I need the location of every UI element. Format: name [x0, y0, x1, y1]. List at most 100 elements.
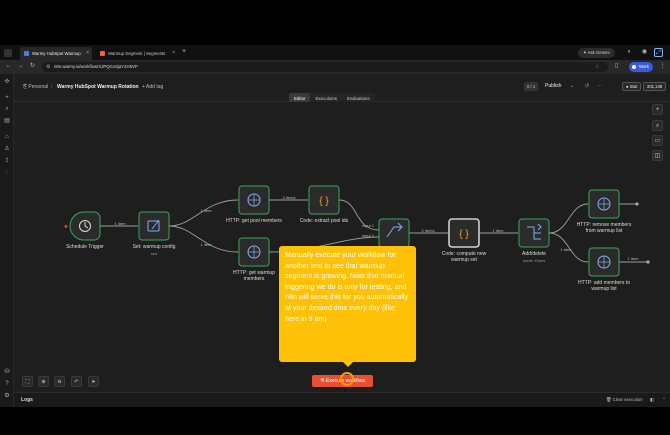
node-label-line2: warmup set — [451, 257, 477, 263]
bookmark-star-icon[interactable]: ☆ — [595, 64, 599, 70]
undo-icon[interactable]: ↶ — [71, 376, 82, 387]
node-label-line2: from warmup list — [585, 228, 623, 234]
profile-label: Work — [639, 64, 649, 69]
trash-icon: 🗑 — [606, 397, 613, 402]
reload-icon[interactable]: ↻ — [28, 62, 37, 71]
collapse-icon[interactable]: ⌃ — [662, 397, 666, 403]
search-icon[interactable]: ⌕ — [3, 105, 11, 113]
sticky-note-icon[interactable]: ▭ — [652, 135, 663, 146]
connection — [548, 203, 589, 234]
edge-label: input 2 — [361, 233, 375, 238]
project-name: Personal — [28, 84, 49, 90]
workflow-title[interactable]: Warmy HubSpot Warmup Rotation — [57, 84, 139, 90]
pointer-icon[interactable]: ➤ — [88, 376, 99, 387]
version-badge[interactable]: 0 / 1 — [524, 82, 539, 91]
trigger-bolt-icon: ✦ — [63, 223, 69, 231]
profile-work-button[interactable]: Work — [629, 62, 653, 72]
node-label: Schedule Trigger — [66, 244, 104, 250]
output-handle[interactable] — [646, 260, 650, 264]
help-icon[interactable]: ? — [3, 380, 11, 388]
url-text: n8n.warmy.io/workflow/XJPQGxSjaY2H5VP — [54, 64, 138, 69]
forward-icon[interactable]: → — [16, 62, 25, 71]
edge-label: 2 items — [421, 228, 435, 233]
address-row: ← → ↻ ⚙ n8n.warmy.io/workflow/XJPQGxSjaY… — [0, 60, 670, 74]
github-star-button[interactable]: ● Star — [622, 82, 642, 91]
node-code-compute[interactable]: { } — [448, 218, 480, 248]
zoom-in-icon[interactable]: ⊕ — [38, 376, 49, 387]
more-options-icon[interactable]: ⋯ — [597, 83, 602, 89]
tab-strip: Warmy HubSpot Warmup × Warmup Segment | … — [0, 45, 670, 60]
node-set-config[interactable] — [138, 211, 170, 241]
node-http-pool[interactable] — [238, 185, 270, 215]
ask-gemini-label: Ask Gemini — [587, 50, 610, 55]
expand-icon[interactable]: ⤢ — [654, 48, 663, 57]
node-subtitle: raw — [150, 251, 158, 256]
address-bar[interactable]: ⚙ n8n.warmy.io/workflow/XJPQGxSjaY2H5VP … — [42, 62, 608, 72]
user-icon[interactable]: ♙ — [3, 145, 11, 153]
chrome-menu-icon[interactable] — [4, 49, 12, 57]
tab-warmy-hubspot[interactable]: Warmy HubSpot Warmup × — [20, 47, 92, 60]
publish-button[interactable]: Publish — [545, 83, 561, 89]
node-label: Add/delete — [522, 251, 546, 257]
node-http-add[interactable] — [588, 247, 620, 277]
settings-icon[interactable]: ⚙ — [3, 392, 11, 400]
node-merge[interactable] — [378, 218, 410, 248]
click-indicator — [340, 372, 354, 386]
close-icon[interactable]: × — [172, 47, 175, 60]
star-label: Star — [629, 84, 638, 89]
node-label-line2: warmup list — [591, 286, 617, 292]
node-label: Set: warmup config — [132, 244, 176, 250]
clear-execution-button[interactable]: 🗑 Clear execution — [606, 397, 643, 403]
profile-icon[interactable]: ◉ — [640, 48, 649, 57]
close-icon[interactable]: × — [86, 47, 89, 60]
add-tag-link[interactable]: + Add tag — [142, 84, 163, 90]
node-http-warmup[interactable] — [238, 237, 270, 267]
logo-icon[interactable]: ✣ — [3, 78, 11, 86]
sidepanel-icon[interactable]: ▯ — [612, 62, 621, 71]
home-icon[interactable]: ⌂ — [3, 133, 11, 141]
add-node-icon[interactable]: + — [652, 104, 663, 115]
overview-icon[interactable]: ▤ — [3, 117, 11, 125]
screen: Warmy HubSpot Warmup × Warmup Segment | … — [0, 0, 670, 435]
edge-label: 1 item — [200, 242, 212, 247]
site-info-icon[interactable]: ⚙ — [46, 64, 50, 70]
panel-toggle-icon[interactable]: ◫ — [652, 150, 663, 161]
add-icon[interactable]: + — [3, 94, 11, 102]
breadcrumb[interactable]: ⎘ Personal — [23, 84, 48, 90]
edge-label: 1 item — [114, 221, 126, 226]
zoom-out-icon[interactable]: ⊖ — [54, 376, 65, 387]
n8n-sidebar: ✣ + ⌕ ▤ ⌂ ♙ ⇪ ◌ ⛁ ? ⚙ — [0, 74, 14, 407]
toggle-icon[interactable]: ◧ — [650, 397, 654, 403]
ask-gemini-button[interactable]: ✦ Ask Gemini — [578, 48, 615, 58]
avatar — [632, 65, 636, 69]
breadcrumb-separator: / — [51, 84, 53, 90]
variables-icon[interactable]: ⇪ — [3, 157, 11, 165]
edge-label: input 1 — [361, 223, 375, 228]
more-menu-icon[interactable]: ⋮ — [658, 62, 667, 71]
extensions-icon[interactable]: ◐ — [625, 48, 634, 57]
output-handle[interactable] — [635, 202, 639, 206]
history-icon[interactable]: ↺ — [585, 83, 589, 89]
node-http-remove[interactable] — [588, 189, 620, 219]
node-schedule-trigger[interactable]: ✦ — [63, 211, 101, 241]
node-label: Code: extract pool ids — [299, 218, 349, 224]
search-nodes-icon[interactable]: ⌕ — [652, 120, 663, 131]
logs-label: Logs — [21, 397, 33, 403]
logs-panel[interactable]: Logs 🗑 Clear execution ◧ ⌃ — [14, 392, 670, 407]
tab-warmup-segment[interactable]: Warmup Segment | Segments × — [96, 47, 178, 60]
chat-icon[interactable]: ◌ — [3, 169, 11, 177]
templates-icon[interactable]: ⛁ — [3, 368, 11, 376]
node-code-extract[interactable]: { } — [308, 185, 340, 215]
edge-label: 1 item — [627, 256, 639, 261]
node-switch[interactable] — [518, 218, 550, 248]
star-count: 201,138 — [643, 82, 667, 91]
chevron-down-icon[interactable]: ⌄ — [570, 83, 574, 89]
edge-label: 1 item — [200, 208, 212, 213]
back-icon[interactable]: ← — [4, 62, 13, 71]
edge-label: 3 items — [282, 195, 296, 200]
tab-label: Warmup Segment | Segments — [108, 51, 166, 56]
new-tab-icon[interactable]: + — [182, 48, 186, 55]
code-icon: { } — [319, 196, 329, 207]
clear-execution-label: Clear execution — [612, 397, 643, 402]
fit-view-icon[interactable]: ⛶ — [22, 376, 33, 387]
